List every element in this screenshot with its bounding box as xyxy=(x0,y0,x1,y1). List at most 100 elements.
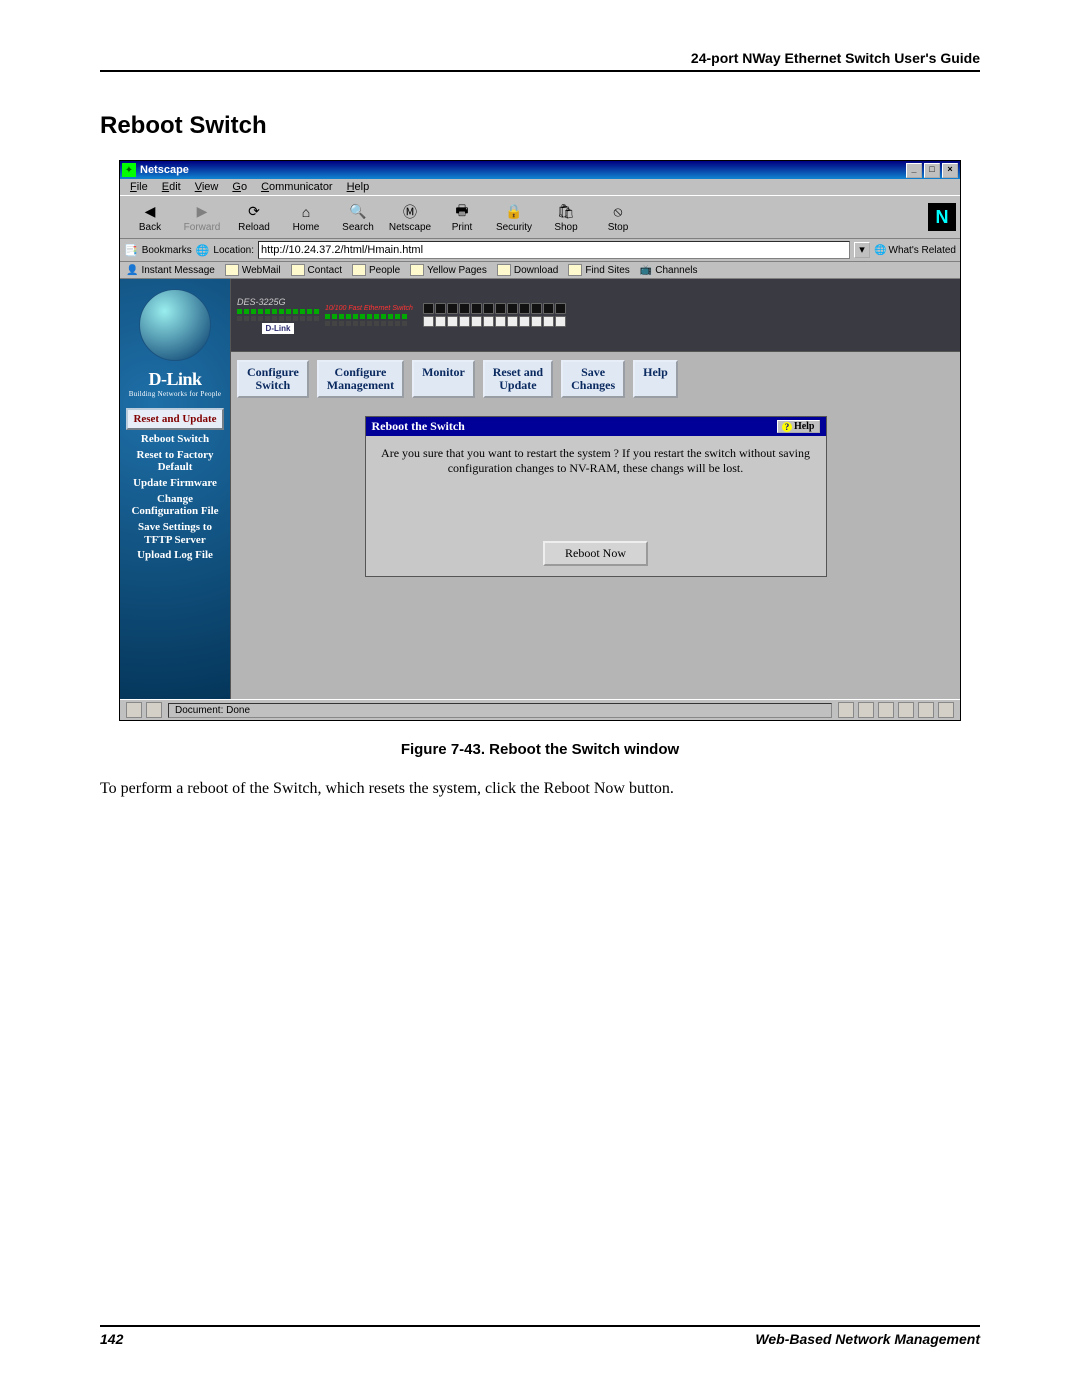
sidebar-update-firmware[interactable]: Update Firmware xyxy=(124,477,226,490)
sidebar-brand: D-Link xyxy=(120,369,230,390)
pt-yellow-pages[interactable]: Yellow Pages xyxy=(410,264,487,276)
netscape-icon: ✦ xyxy=(122,163,136,177)
window-title: Netscape xyxy=(140,164,189,176)
pt-find-sites[interactable]: Find Sites xyxy=(568,264,629,276)
device-slot-1 xyxy=(423,303,566,327)
pt-people[interactable]: People xyxy=(352,264,400,276)
tab-save-changes[interactable]: SaveChanges xyxy=(561,360,625,398)
sidebar-tagline: Building Networks for People xyxy=(120,390,230,398)
url-input[interactable] xyxy=(258,241,850,259)
menu-view[interactable]: View xyxy=(189,180,225,194)
reload-button[interactable]: ⟳Reload xyxy=(228,202,280,233)
person-icon: 👤 xyxy=(126,265,138,276)
back-icon: ◀ xyxy=(140,202,160,222)
whats-related-button[interactable]: 🌐What's Related xyxy=(874,245,956,256)
status-icon-3 xyxy=(878,702,894,718)
shop-button[interactable]: 🛍Shop xyxy=(540,202,592,233)
forward-icon: ▶ xyxy=(192,202,212,222)
location-dropdown-button[interactable]: ▾ xyxy=(854,242,870,258)
folder-icon xyxy=(225,264,239,276)
sidebar-reboot-switch[interactable]: Reboot Switch xyxy=(124,433,226,446)
netscape-guide-icon: Ⓜ xyxy=(400,202,420,222)
sidebar-upload-log[interactable]: Upload Log File xyxy=(124,549,226,562)
sidebar-active-category[interactable]: Reset and Update xyxy=(126,408,224,430)
status-icon-6 xyxy=(938,702,954,718)
screenshot: ✦ Netscape _ □ × File Edit View Go Commu… xyxy=(119,160,961,721)
status-icon-4 xyxy=(898,702,914,718)
sidebar-save-tftp[interactable]: Save Settings to TFTP Server xyxy=(124,521,226,546)
panel-message: Are you sure that you want to restart th… xyxy=(376,446,816,476)
related-icon: 🌐 xyxy=(874,245,886,256)
pt-channels[interactable]: 📺Channels xyxy=(640,265,698,276)
figure-caption: Figure 7-43. Reboot the Switch window xyxy=(100,741,980,758)
bookmarks-button[interactable]: Bookmarks xyxy=(142,245,192,256)
tab-row: ConfigureSwitch ConfigureManagement Moni… xyxy=(231,352,960,406)
tab-monitor[interactable]: Monitor xyxy=(412,360,475,398)
body-paragraph: To perform a reboot of the Switch, which… xyxy=(100,778,980,800)
menu-communicator[interactable]: Communicator xyxy=(255,180,339,194)
device-graphic: DES-3225G D-Link 10/100 Fast Ethernet Sw… xyxy=(231,279,960,352)
pt-contact[interactable]: Contact xyxy=(291,264,342,276)
status-text: Document: Done xyxy=(168,703,832,718)
close-button[interactable]: × xyxy=(942,163,958,178)
reload-icon: ⟳ xyxy=(244,202,264,222)
netscape-throbber-icon: N xyxy=(928,203,956,231)
folder-icon xyxy=(352,264,366,276)
search-button[interactable]: 🔍Search xyxy=(332,202,384,233)
home-icon: ⌂ xyxy=(296,202,316,222)
tab-configure-switch[interactable]: ConfigureSwitch xyxy=(237,360,309,398)
print-button[interactable]: 🖶Print xyxy=(436,202,488,233)
stop-button[interactable]: ⦸Stop xyxy=(592,202,644,233)
netscape-button[interactable]: ⓂNetscape xyxy=(384,202,436,233)
tab-help[interactable]: Help xyxy=(633,360,678,398)
panel-title: Reboot the Switch xyxy=(372,419,465,434)
tab-reset-update[interactable]: Reset andUpdate xyxy=(483,360,553,398)
lock-icon: 🔒 xyxy=(504,202,524,222)
location-bar: 📑 Bookmarks 🌐 Location: ▾ 🌐What's Relate… xyxy=(120,239,960,262)
status-icon-5 xyxy=(918,702,934,718)
menu-help[interactable]: Help xyxy=(341,180,376,194)
pt-webmail[interactable]: WebMail xyxy=(225,264,281,276)
globe-icon xyxy=(139,289,211,361)
menu-go[interactable]: Go xyxy=(226,180,253,194)
statusbar: Document: Done xyxy=(120,699,960,720)
sidebar-reset-factory[interactable]: Reset to Factory Default xyxy=(124,449,226,474)
main-area: DES-3225G D-Link 10/100 Fast Ethernet Sw… xyxy=(231,279,960,699)
pt-download[interactable]: Download xyxy=(497,264,558,276)
folder-icon xyxy=(410,264,424,276)
window-titlebar: ✦ Netscape _ □ × xyxy=(120,161,960,179)
minimize-button[interactable]: _ xyxy=(906,163,922,178)
folder-icon xyxy=(568,264,582,276)
page-number: 142 xyxy=(100,1331,123,1347)
sidebar-change-config[interactable]: Change Configuration File xyxy=(124,493,226,518)
status-icon-1 xyxy=(838,702,854,718)
forward-button: ▶Forward xyxy=(176,202,228,233)
maximize-button[interactable]: □ xyxy=(924,163,940,178)
sidebar: D-Link Building Networks for People Rese… xyxy=(120,279,231,699)
personal-toolbar: 👤Instant Message WebMail Contact People … xyxy=(120,262,960,279)
folder-icon xyxy=(291,264,305,276)
home-button[interactable]: ⌂Home xyxy=(280,202,332,233)
folder-icon xyxy=(497,264,511,276)
device-strip-label: 10/100 Fast Ethernet Switch xyxy=(325,305,413,312)
reboot-panel: Reboot the Switch ?Help Are you sure tha… xyxy=(365,416,827,577)
stop-icon: ⦸ xyxy=(608,202,628,222)
tab-configure-management[interactable]: ConfigureManagement xyxy=(317,360,404,398)
menu-edit[interactable]: Edit xyxy=(156,180,187,194)
menu-file[interactable]: File xyxy=(124,180,154,194)
bookmarks-icon[interactable]: 📑 xyxy=(124,244,138,257)
panel-help-button[interactable]: ?Help xyxy=(777,420,820,433)
nav-toolbar: ◀Back ▶Forward ⟳Reload ⌂Home 🔍Search ⓂNe… xyxy=(120,195,960,239)
page-footer: 142 Web-Based Network Management xyxy=(100,1325,980,1347)
pt-instant-message[interactable]: 👤Instant Message xyxy=(126,265,215,276)
netsite-icon: 🌐 xyxy=(196,244,210,257)
security-button[interactable]: 🔒Security xyxy=(488,202,540,233)
device-model: DES-3225G xyxy=(237,297,319,307)
reboot-now-button[interactable]: Reboot Now xyxy=(543,541,648,566)
back-button[interactable]: ◀Back xyxy=(124,202,176,233)
channels-icon: 📺 xyxy=(640,265,652,276)
device-brand-label: D-Link xyxy=(262,323,295,334)
status-netscape-icon xyxy=(126,702,142,718)
help-icon: ? xyxy=(782,422,792,432)
footer-section: Web-Based Network Management xyxy=(755,1331,980,1347)
